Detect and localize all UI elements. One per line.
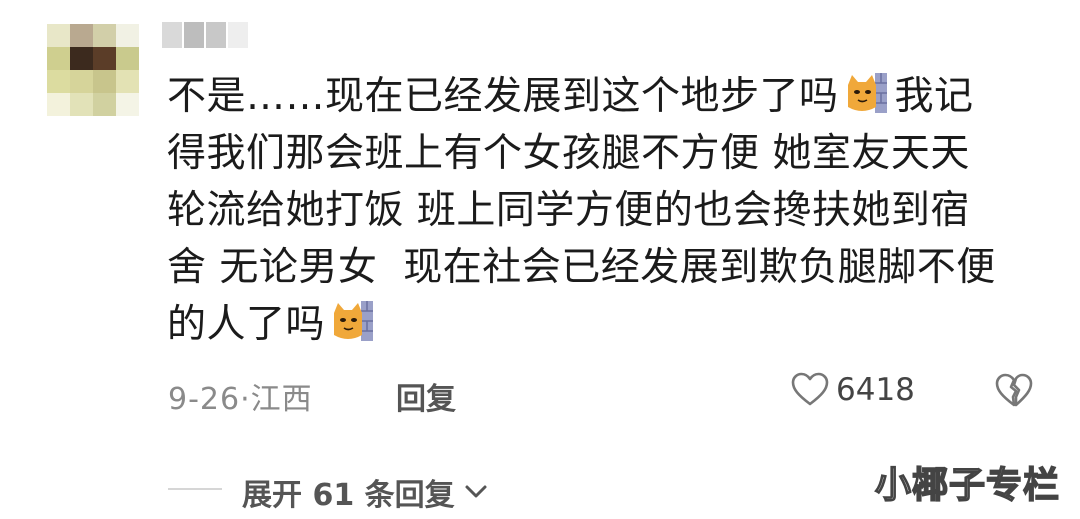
date-location: 9-26·江西 bbox=[168, 382, 313, 417]
expand-replies-button[interactable]: 展开 61 条回复 bbox=[242, 470, 491, 514]
chevron-down-icon bbox=[465, 485, 487, 498]
comment-line-2: 得我们那会班上有个女孩腿不方便 她室友天天 bbox=[167, 131, 970, 176]
expand-replies-label: 展开 61 条回复 bbox=[242, 478, 455, 513]
reply-button[interactable]: 回复 bbox=[396, 374, 456, 418]
comment-line-5: 的人了吗 bbox=[167, 296, 1047, 353]
user-avatar[interactable] bbox=[47, 24, 139, 116]
divider-line bbox=[168, 488, 222, 490]
expand-replies-row: 展开 61 条回复 bbox=[168, 466, 768, 514]
username-blurred[interactable] bbox=[162, 22, 248, 48]
comment-line-3: 轮流给她打饭 班上同学方便的也会搀扶她到宿 bbox=[167, 188, 970, 233]
like-button[interactable]: 6418 bbox=[790, 370, 915, 410]
like-count: 6418 bbox=[836, 372, 915, 408]
comment-line-4: 舍 无论男女 现在社会已经发展到欺负腿脚不便 bbox=[167, 245, 996, 290]
dislike-broken-heart-icon[interactable] bbox=[993, 370, 1035, 412]
cat-face-wall-emoji bbox=[331, 299, 375, 343]
cat-face-wall-emoji bbox=[845, 71, 889, 115]
watermark-text: 小椰子专栏 bbox=[874, 464, 1060, 507]
comment-meta-row: 9-26·江西 回复 6418 bbox=[168, 368, 1048, 417]
comment-text: 不是……现在已经发展到这个地步了吗 我记 得我们那会班上有个女孩腿不方便 她室友… bbox=[167, 68, 1047, 353]
comment-line-1: 不是……现在已经发展到这个地步了吗 我记 bbox=[167, 68, 1047, 125]
heart-icon bbox=[791, 372, 829, 406]
